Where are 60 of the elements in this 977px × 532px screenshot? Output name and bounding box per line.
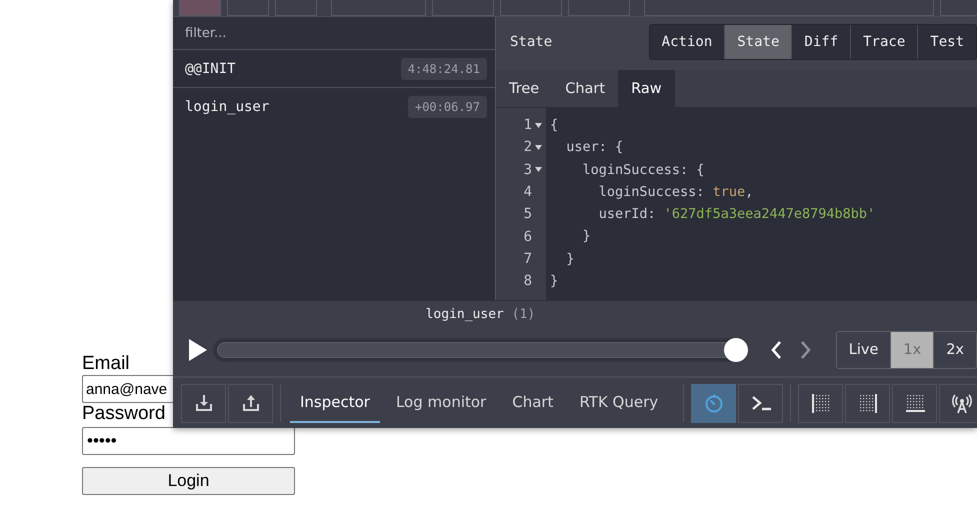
line-number: 8 xyxy=(524,273,532,290)
code-line: loginSuccess: true, xyxy=(598,182,754,202)
tab[interactable]: Action xyxy=(650,25,724,59)
fold-icon[interactable] xyxy=(534,122,542,128)
remote-icon xyxy=(950,392,972,414)
code-line: loginSuccess: { xyxy=(582,160,706,180)
line-number: 1 xyxy=(524,117,532,134)
line-number: 3 xyxy=(524,162,532,178)
play-icon xyxy=(189,339,207,361)
play-button[interactable] xyxy=(189,339,207,361)
tab[interactable]: Raw xyxy=(618,70,675,107)
line-number: 5 xyxy=(524,206,532,222)
timeline-slider[interactable] xyxy=(213,338,748,362)
tab[interactable]: Trace xyxy=(850,25,918,59)
timer-icon xyxy=(702,392,724,414)
action-name[interactable]: @@INIT xyxy=(185,60,236,76)
login-button[interactable]: Login xyxy=(82,467,295,495)
import-button[interactable] xyxy=(181,384,226,422)
tab[interactable]: Tree xyxy=(496,70,552,107)
password-field[interactable]: ••••• xyxy=(82,427,295,455)
time-badge: +00:06.97 xyxy=(408,96,487,118)
email-field[interactable]: anna@nave xyxy=(82,375,174,403)
export-button[interactable] xyxy=(228,384,273,422)
fold-icon[interactable] xyxy=(534,144,542,150)
dock-bottom-button[interactable] xyxy=(892,384,937,422)
dock-left-icon xyxy=(810,392,832,414)
dock-left-button[interactable] xyxy=(798,384,843,422)
monitor-tab[interactable]: RTK Query xyxy=(569,384,668,422)
line-number: 4 xyxy=(524,184,532,200)
tab[interactable]: State xyxy=(724,25,792,59)
fold-icon[interactable] xyxy=(534,167,542,172)
monitor-tab[interactable]: Inspector xyxy=(290,384,380,422)
tab[interactable]: Chart xyxy=(552,70,618,107)
code-line: userId: '627df5a3eea2447e8794b8bb' xyxy=(598,205,876,224)
remote-button[interactable] xyxy=(939,384,977,422)
monitor-tab[interactable]: Log monitor xyxy=(386,384,496,422)
code-line: } xyxy=(582,227,592,246)
dock-bottom-icon xyxy=(904,392,926,414)
field-label: Email xyxy=(82,353,130,375)
code-line: { xyxy=(550,116,560,135)
tab[interactable]: Diff xyxy=(791,25,850,59)
field-label: Password xyxy=(82,403,166,425)
action-label: login_user (1) xyxy=(426,307,536,322)
dock-right-button[interactable] xyxy=(845,384,890,422)
code-line: } xyxy=(565,250,576,269)
panel-title: State xyxy=(510,34,552,50)
code-line: user: { xyxy=(565,138,624,158)
tab[interactable]: Test xyxy=(917,25,976,59)
chevron-icon xyxy=(800,341,811,359)
code-line: } xyxy=(550,272,560,292)
line-number: 7 xyxy=(524,250,532,267)
action-name[interactable]: login_user xyxy=(185,99,270,115)
chevron-icon xyxy=(770,341,782,359)
monitor-tab[interactable]: Chart xyxy=(502,384,564,422)
line-number: 2 xyxy=(524,139,532,156)
line-number: 6 xyxy=(524,228,532,245)
slider-thumb[interactable] xyxy=(724,338,748,362)
time-badge: 4:48:24.81 xyxy=(400,58,487,80)
terminal-button[interactable] xyxy=(738,384,783,422)
speed-button[interactable]: 2x xyxy=(933,332,976,368)
